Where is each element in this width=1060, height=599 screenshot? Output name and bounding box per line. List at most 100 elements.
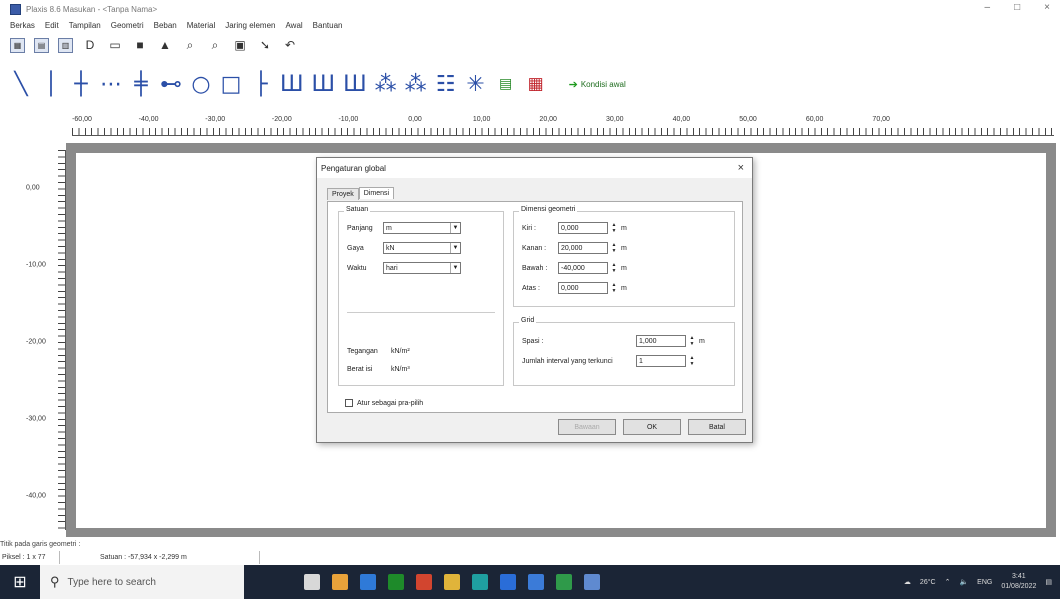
maximize-button[interactable]: □ — [1014, 2, 1020, 13]
load-system-a-icon[interactable]: Ш — [280, 69, 304, 99]
kiri-input[interactable]: 0,000 — [558, 222, 608, 234]
zoom-in-icon[interactable]: ⌕ — [182, 37, 198, 53]
taskbar-app-icon[interactable] — [584, 574, 600, 590]
atas-spinner[interactable]: ▲ ▼ — [610, 282, 618, 294]
waktu-value: hari — [386, 264, 398, 272]
prescribed-disp-a-icon[interactable]: ⁂ — [375, 69, 397, 99]
taskbar-app-icon[interactable] — [556, 574, 572, 590]
ruler-label: -40,00 — [26, 492, 46, 500]
taskbar-app-icon[interactable] — [304, 574, 320, 590]
tab-panel-dimensi: Satuan Panjang m ▼ Gaya kN ▼ Waktu hari — [327, 201, 743, 413]
menu-bantuan[interactable]: Bantuan — [313, 21, 343, 30]
interface-icon[interactable]: ╪ — [130, 69, 152, 99]
taskbar-app-icon[interactable] — [360, 574, 376, 590]
tab-dimensi[interactable]: Dimensi — [358, 187, 395, 199]
menu-tampilan[interactable]: Tampilan — [69, 21, 101, 30]
default-button[interactable]: Bawaan — [558, 419, 616, 435]
menu-jaring-elemen[interactable]: Jaring elemen — [225, 21, 275, 30]
print-icon[interactable]: ▲ — [157, 37, 173, 53]
anchor-icon[interactable]: ⊷ — [160, 69, 182, 99]
ruler-label: 30,00 — [606, 116, 624, 123]
cancel-button[interactable]: Batal — [688, 419, 746, 435]
notification-icon[interactable]: ▤ — [1045, 578, 1052, 586]
close-button[interactable]: × — [1044, 2, 1050, 13]
taskbar-app-icon[interactable] — [500, 574, 516, 590]
material-sets-icon[interactable]: ▤ — [495, 69, 517, 99]
taskbar-app-icon[interactable] — [444, 574, 460, 590]
menu-beban[interactable]: Beban — [154, 21, 177, 30]
chevron-down-icon: ▼ — [450, 223, 460, 233]
gaya-select[interactable]: kN ▼ — [383, 242, 461, 254]
spasi-spinner[interactable]: ▲ ▼ — [688, 335, 696, 347]
search-placeholder: Type here to search — [67, 576, 156, 588]
windows-start-icon[interactable]: ⊞ — [0, 565, 40, 599]
dialog-buttons: Bawaan OK Batal — [558, 419, 746, 435]
dialog-close-icon[interactable]: × — [738, 162, 744, 174]
ruler-label: -40,00 — [138, 116, 159, 123]
kanan-spinner[interactable]: ▲ ▼ — [610, 242, 618, 254]
mesh-icon[interactable]: ▦ — [525, 69, 547, 99]
taskbar-app-icon[interactable] — [528, 574, 544, 590]
clock[interactable]: 3:41 01/08/2022 — [1001, 572, 1036, 592]
kiri-spinner[interactable]: ▲ ▼ — [610, 222, 618, 234]
taskbar-app-icon[interactable] — [388, 574, 404, 590]
panjang-row: Panjang m ▼ — [347, 222, 461, 234]
window-controls: – □ × — [985, 2, 1050, 13]
menu-edit[interactable]: Edit — [45, 21, 59, 30]
hinge-icon[interactable]: ┼ — [70, 69, 92, 99]
dimensi-geometri-group: Dimensi geometri Kiri : 0,000 ▲ ▼ m Kanan… — [513, 206, 735, 307]
waktu-select[interactable]: hari ▼ — [383, 262, 461, 274]
default-checkbox[interactable] — [345, 399, 353, 407]
well-icon[interactable]: ✳ — [465, 69, 487, 99]
open-project-icon[interactable]: ▤ — [34, 37, 49, 53]
initial-conditions-button[interactable]: ➔ Kondisi awal — [569, 78, 626, 91]
menu-awal[interactable]: Awal — [285, 21, 302, 30]
atas-input[interactable]: 0,000 — [558, 282, 608, 294]
waktu-label: Waktu — [347, 264, 367, 272]
point-load-a-icon[interactable]: Ш — [343, 69, 367, 99]
undo-icon[interactable]: ↶ — [282, 37, 298, 53]
zoom-out-icon[interactable]: ⌕ — [207, 37, 223, 53]
arrow-right-icon: ➔ — [568, 78, 578, 91]
standard-fixities-icon[interactable]: ├ — [250, 69, 272, 99]
taskbar-app-icon[interactable] — [416, 574, 432, 590]
atas-label: Atas : — [522, 284, 540, 292]
tunnel-icon[interactable]: ○ — [190, 69, 212, 99]
ruler-label: -60,00 — [72, 116, 92, 123]
tray-chevron-icon[interactable]: ⌃ — [945, 578, 951, 586]
table-icon[interactable]: ▣ — [232, 37, 248, 53]
menu-berkas[interactable]: Berkas — [10, 21, 35, 30]
minimize-button[interactable]: – — [985, 2, 991, 13]
copy-icon[interactable]: D — [82, 37, 98, 53]
plate-icon[interactable]: │ — [40, 69, 62, 99]
spasi-input[interactable]: 1,000 — [636, 335, 686, 347]
interval-spinner[interactable]: ▲ ▼ — [688, 355, 696, 367]
prescribed-disp-b-icon[interactable]: ⁂ — [405, 69, 427, 99]
interval-input[interactable]: 1 — [636, 355, 686, 367]
taskbar-app-icon[interactable] — [332, 574, 348, 590]
save-icon[interactable]: ■ — [132, 37, 148, 53]
kanan-input[interactable]: 20,000 — [558, 242, 608, 254]
selection-arrow-icon[interactable]: ➘ — [257, 37, 273, 53]
save-project-icon[interactable]: ▥ — [58, 37, 73, 53]
volume-icon[interactable]: 🔈 — [959, 578, 968, 586]
panjang-select[interactable]: m ▼ — [383, 222, 461, 234]
geogrid-icon[interactable]: ⋯ — [100, 69, 122, 99]
lang-indicator[interactable]: ENG — [977, 579, 992, 586]
menu-geometri[interactable]: Geometri — [111, 21, 144, 30]
taskbar-search[interactable]: ⚲ Type here to search — [40, 565, 244, 599]
taskbar-apps — [304, 574, 600, 590]
fixities-icon[interactable]: □ — [220, 69, 242, 99]
bawah-input[interactable]: -40,000 — [558, 262, 608, 274]
open-folder-icon[interactable]: ▭ — [107, 37, 123, 53]
menu-material[interactable]: Material — [187, 21, 215, 30]
taskbar-app-icon[interactable] — [472, 574, 488, 590]
new-project-icon[interactable]: ▦ — [10, 37, 25, 53]
drain-icon[interactable]: ☷ — [435, 69, 457, 99]
ok-button[interactable]: OK — [623, 419, 681, 435]
geometry-line-icon[interactable]: ╲ — [10, 69, 32, 99]
bawah-spinner[interactable]: ▲ ▼ — [610, 262, 618, 274]
load-system-b-icon[interactable]: Ш — [312, 69, 336, 99]
tab-proyek[interactable]: Proyek — [327, 188, 359, 200]
initial-conditions-label: Kondisi awal — [580, 79, 626, 89]
